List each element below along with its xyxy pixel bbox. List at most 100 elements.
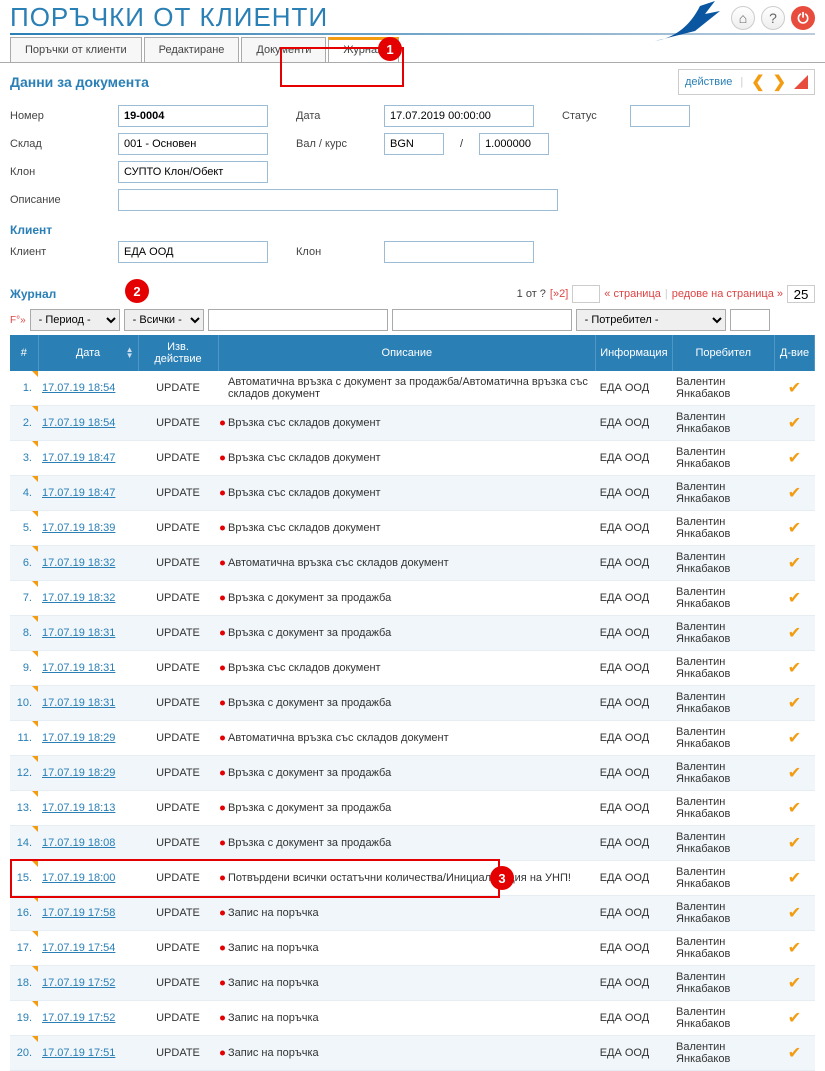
row-date[interactable]: 17.07.19 17:51 (38, 1036, 138, 1071)
table-row[interactable]: 13.17.07.19 18:13UPDATEВръзка с документ… (10, 791, 815, 826)
table-row[interactable]: 17.17.07.19 17:54UPDATEЗапис на поръчкаЕ… (10, 931, 815, 966)
table-row[interactable]: 19.17.07.19 17:52UPDATEЗапис на поръчкаЕ… (10, 1001, 815, 1036)
row-date[interactable]: 17.07.19 18:31 (38, 686, 138, 721)
row-date[interactable]: 17.07.19 18:13 (38, 791, 138, 826)
branch-input[interactable] (118, 161, 268, 183)
status-input[interactable] (630, 105, 690, 127)
period-filter[interactable]: - Период - (30, 309, 120, 331)
col-3[interactable]: Описание (218, 335, 596, 371)
client-branch-input[interactable] (384, 241, 534, 263)
row-check-icon[interactable]: ✔ (775, 931, 815, 966)
table-row[interactable]: 4.17.07.19 18:47UPDATEВръзка със складов… (10, 476, 815, 511)
page-next-link[interactable]: [»2] (550, 288, 568, 300)
row-date[interactable]: 17.07.19 18:54 (38, 406, 138, 441)
row-date[interactable]: 17.07.19 18:29 (38, 721, 138, 756)
row-date[interactable]: 17.07.19 18:47 (38, 441, 138, 476)
row-check-icon[interactable]: ✔ (775, 1036, 815, 1071)
row-check-icon[interactable]: ✔ (775, 651, 815, 686)
row-date[interactable]: 17.07.19 18:32 (38, 546, 138, 581)
action-menu[interactable]: действие (685, 76, 732, 88)
row-date[interactable]: 17.07.19 17:52 (38, 966, 138, 1001)
table-row[interactable]: 15.17.07.19 18:00UPDATEПотвърдени всички… (10, 861, 815, 896)
row-check-icon[interactable]: ✔ (775, 406, 815, 441)
row-check-icon[interactable]: ✔ (775, 371, 815, 406)
table-row[interactable]: 1.17.07.19 18:54UPDATEАвтоматична връзка… (10, 371, 815, 406)
row-user: Валентин Янкабаков (672, 581, 774, 616)
row-date[interactable]: 17.07.19 17:58 (38, 896, 138, 931)
row-check-icon[interactable]: ✔ (775, 826, 815, 861)
row-check-icon[interactable]: ✔ (775, 476, 815, 511)
table-row[interactable]: 7.17.07.19 18:32UPDATEВръзка с документ … (10, 581, 815, 616)
row-date[interactable]: 17.07.19 18:00 (38, 861, 138, 896)
home-button[interactable]: ⌂ (731, 6, 755, 30)
d-filter[interactable] (730, 309, 770, 331)
row-check-icon[interactable]: ✔ (775, 721, 815, 756)
page-number-input[interactable] (572, 285, 600, 303)
row-check-icon[interactable]: ✔ (775, 546, 815, 581)
client-input[interactable] (118, 241, 268, 263)
next-arrow-icon[interactable]: ❯ (773, 72, 786, 92)
row-check-icon[interactable]: ✔ (775, 686, 815, 721)
col-0[interactable]: # (10, 335, 38, 371)
table-row[interactable]: 18.17.07.19 17:52UPDATEЗапис на поръчкаЕ… (10, 966, 815, 1001)
row-check-icon[interactable]: ✔ (775, 616, 815, 651)
row-check-icon[interactable]: ✔ (775, 966, 815, 1001)
info-filter[interactable] (392, 309, 572, 331)
row-check-icon[interactable]: ✔ (775, 861, 815, 896)
row-check-icon[interactable]: ✔ (775, 581, 815, 616)
col-4[interactable]: Информация (596, 335, 672, 371)
table-row[interactable]: 11.17.07.19 18:29UPDATEАвтоматична връзк… (10, 721, 815, 756)
tab-0[interactable]: Поръчки от клиенти (10, 37, 142, 62)
table-row[interactable]: 3.17.07.19 18:47UPDATEВръзка със складов… (10, 441, 815, 476)
user-filter[interactable]: - Потребител - (576, 309, 726, 331)
table-row[interactable]: 2.17.07.19 18:54UPDATEВръзка със складов… (10, 406, 815, 441)
page-label-link[interactable]: « страница (604, 288, 661, 300)
tab-2[interactable]: Документи (241, 37, 326, 62)
number-input[interactable] (118, 105, 268, 127)
warehouse-input[interactable] (118, 133, 268, 155)
rows-label-link[interactable]: редове на страница » (672, 288, 783, 300)
row-date[interactable]: 17.07.19 18:29 (38, 756, 138, 791)
row-date[interactable]: 17.07.19 18:31 (38, 651, 138, 686)
description-input[interactable] (118, 189, 558, 211)
row-date[interactable]: 17.07.19 18:32 (38, 581, 138, 616)
help-button[interactable]: ? (761, 6, 785, 30)
row-check-icon[interactable]: ✔ (775, 896, 815, 931)
table-row[interactable]: 5.17.07.19 18:39UPDATEВръзка със складов… (10, 511, 815, 546)
row-date[interactable]: 17.07.19 18:08 (38, 826, 138, 861)
action-filter[interactable]: - Всички - (124, 309, 204, 331)
table-row[interactable]: 14.17.07.19 18:08UPDATEВръзка с документ… (10, 826, 815, 861)
row-date[interactable]: 17.07.19 18:31 (38, 616, 138, 651)
col-2[interactable]: Изв. действие (138, 335, 218, 371)
row-date[interactable]: 17.07.19 18:54 (38, 371, 138, 406)
table-row[interactable]: 16.17.07.19 17:58UPDATEЗапис на поръчкаЕ… (10, 896, 815, 931)
row-date[interactable]: 17.07.19 18:39 (38, 511, 138, 546)
table-row[interactable]: 12.17.07.19 18:29UPDATEВръзка с документ… (10, 756, 815, 791)
row-check-icon[interactable]: ✔ (775, 511, 815, 546)
table-row[interactable]: 20.17.07.19 17:51UPDATEЗапис на поръчкаЕ… (10, 1036, 815, 1071)
table-row[interactable]: 6.17.07.19 18:32UPDATEАвтоматична връзка… (10, 546, 815, 581)
warehouse-label: Склад (10, 138, 110, 150)
prev-arrow-icon[interactable]: ❮ (751, 72, 764, 92)
desc-filter[interactable] (208, 309, 388, 331)
row-check-icon[interactable]: ✔ (775, 441, 815, 476)
col-6[interactable]: Д-вие (775, 335, 815, 371)
row-check-icon[interactable]: ✔ (775, 791, 815, 826)
filter-toggle[interactable]: F°» (10, 315, 26, 326)
col-1[interactable]: Дата▲▼ (38, 335, 138, 371)
date-input[interactable] (384, 105, 534, 127)
row-date[interactable]: 17.07.19 18:47 (38, 476, 138, 511)
power-button[interactable]: ⏻ (791, 6, 815, 30)
rows-per-page-input[interactable] (787, 285, 815, 303)
row-check-icon[interactable]: ✔ (775, 756, 815, 791)
row-date[interactable]: 17.07.19 17:54 (38, 931, 138, 966)
table-row[interactable]: 8.17.07.19 18:31UPDATEВръзка с документ … (10, 616, 815, 651)
tab-1[interactable]: Редактиране (144, 37, 240, 62)
row-check-icon[interactable]: ✔ (775, 1001, 815, 1036)
table-row[interactable]: 10.17.07.19 18:31UPDATEВръзка с документ… (10, 686, 815, 721)
rate-input[interactable] (479, 133, 549, 155)
row-date[interactable]: 17.07.19 17:52 (38, 1001, 138, 1036)
currency-input[interactable] (384, 133, 444, 155)
col-5[interactable]: Поребител (672, 335, 774, 371)
table-row[interactable]: 9.17.07.19 18:31UPDATEВръзка със складов… (10, 651, 815, 686)
